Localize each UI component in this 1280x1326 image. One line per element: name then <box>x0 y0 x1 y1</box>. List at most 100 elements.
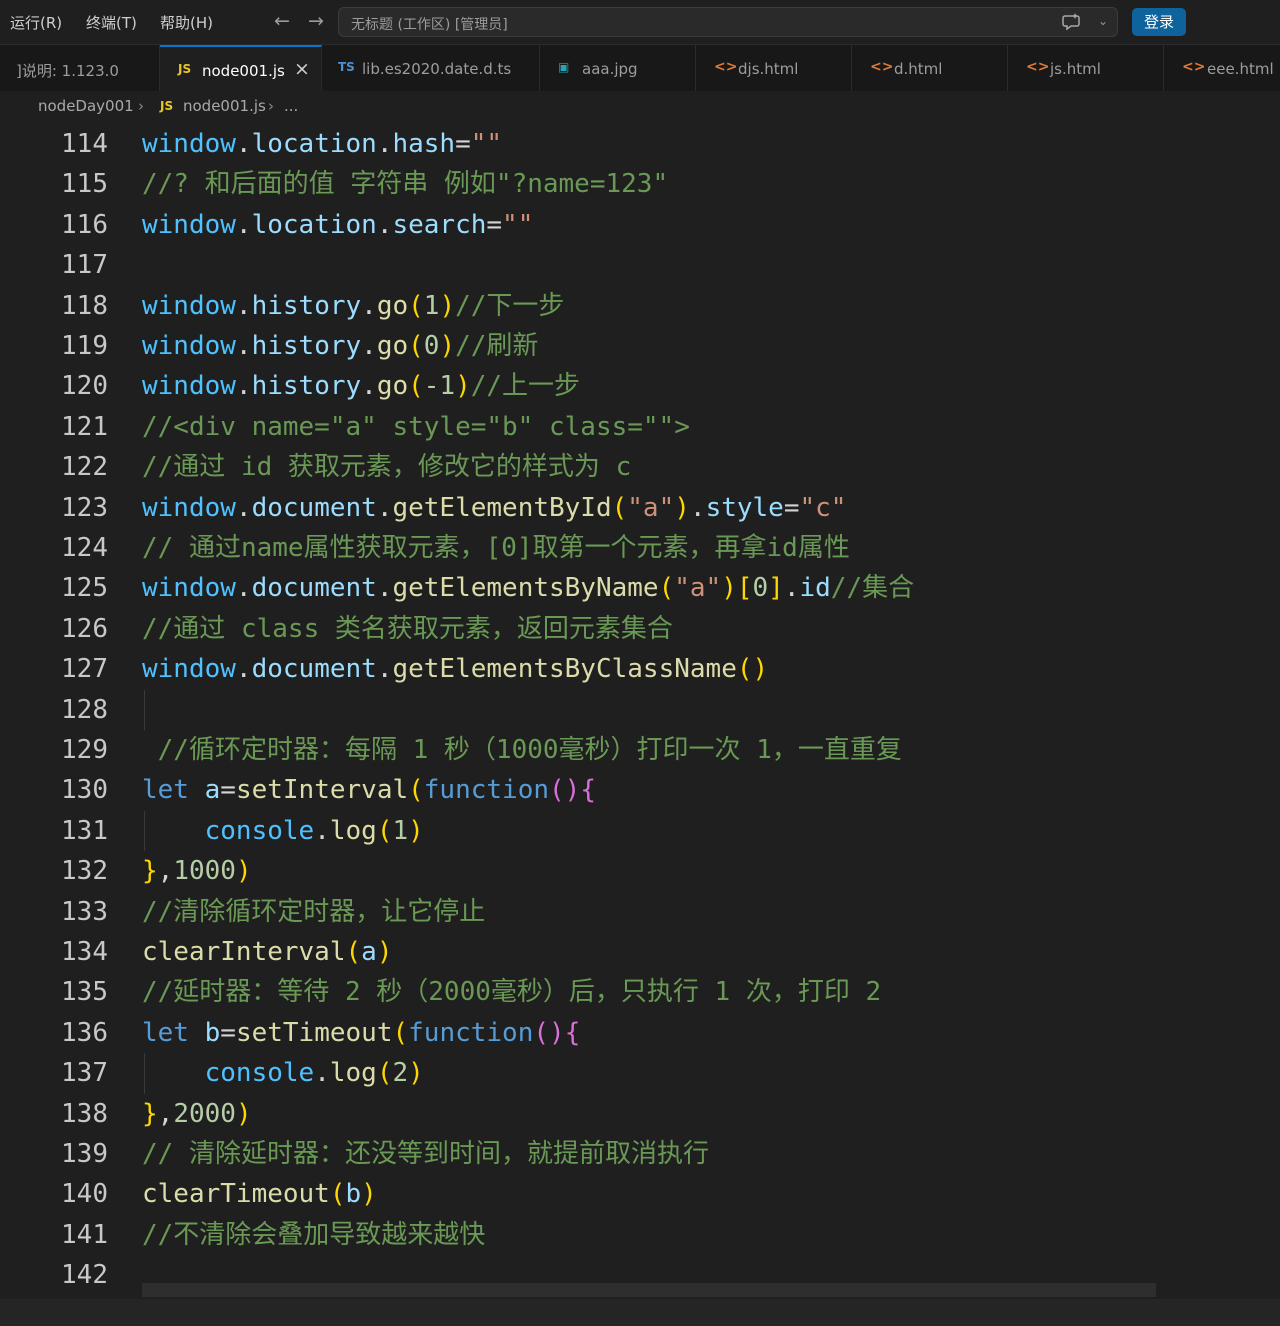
code-line[interactable]: 114 window.location.hash="" <box>0 124 1280 164</box>
command-center-text: 无标题 (工作区) [管理员] <box>351 17 508 33</box>
breadcrumb-symbols[interactable]: ... <box>284 97 298 115</box>
code-line[interactable]: 117 <box>0 245 1280 285</box>
line-number: 118 <box>61 290 108 321</box>
close-icon[interactable]: × <box>294 58 310 80</box>
code-text[interactable]: clearInterval(a) <box>142 932 392 972</box>
tab-js-html[interactable]: <> js.html <box>1008 45 1164 91</box>
tab-aaa-jpg[interactable]: ▣ aaa.jpg <box>540 45 696 91</box>
indent-guide <box>144 689 145 730</box>
code-text[interactable]: window.document.getElementsByName("a")[0… <box>142 568 914 608</box>
line-number: 115 <box>61 169 108 200</box>
line-number: 116 <box>61 209 108 240</box>
tab-node001-js[interactable]: JS node001.js × <box>160 45 322 92</box>
back-arrow-icon[interactable]: ← <box>274 10 290 32</box>
code-text[interactable]: //循环定时器：每隔 1 秒（1000毫秒）打印一次 1，一直重复 <box>142 730 902 770</box>
tab-djs-html[interactable]: <> djs.html <box>696 45 852 91</box>
chevron-right-icon: › <box>138 97 144 115</box>
code-text[interactable]: window.location.search="" <box>142 205 533 245</box>
code-text[interactable]: let b=setTimeout(function(){ <box>142 1013 580 1053</box>
line-number: 131 <box>61 815 108 846</box>
code-line[interactable]: 119 window.history.go(0)//刷新 <box>0 326 1280 366</box>
code-text[interactable]: clearTimeout(b) <box>142 1174 377 1214</box>
code-text[interactable]: },1000) <box>142 851 252 891</box>
code-line[interactable]: 129 //循环定时器：每隔 1 秒（1000毫秒）打印一次 1，一直重复 <box>0 730 1280 770</box>
code-text[interactable]: let a=setInterval(function(){ <box>142 770 596 810</box>
code-line[interactable]: 130 let a=setInterval(function(){ <box>0 770 1280 810</box>
code-line[interactable]: 136 let b=setTimeout(function(){ <box>0 1013 1280 1053</box>
horizontal-scrollbar[interactable] <box>142 1283 1156 1297</box>
code-editor[interactable]: 114 window.location.hash="" 115 //? 和后面的值 字… <box>0 121 1280 1299</box>
tab-release-notes[interactable]: ]说明: 1.123.0 <box>0 45 160 91</box>
line-number: 125 <box>61 573 108 604</box>
code-line[interactable]: 137 console.log(2) <box>0 1053 1280 1093</box>
code-line[interactable]: 132},1000) <box>0 851 1280 891</box>
line-number: 119 <box>61 331 108 361</box>
line-number: 124 <box>61 533 108 563</box>
forward-arrow-icon[interactable]: → <box>308 10 324 32</box>
code-text[interactable]: //? 和后面的值 字符串 例如"?name=123" <box>142 164 668 204</box>
code-text[interactable]: //<div name="a" style="b" class=""> <box>142 407 690 447</box>
code-line[interactable]: 122 //通过 id 获取元素，修改它的样式为 c <box>0 447 1280 487</box>
code-line[interactable]: 127 window.document.getElementsByClassNam… <box>0 649 1280 689</box>
code-line[interactable]: 125 window.document.getElementsByName("a"… <box>0 568 1280 608</box>
html-file-icon: <> <box>870 59 894 75</box>
command-center[interactable]: 无标题 (工作区) [管理员] <box>338 7 1118 37</box>
tab-eee-html[interactable]: <> eee.html <box>1164 45 1280 91</box>
code-text[interactable]: //通过 class 类名获取元素，返回元素集合 <box>142 609 673 649</box>
code-text[interactable]: },2000) <box>142 1094 252 1134</box>
line-number: 138 <box>61 1098 108 1129</box>
code-line[interactable]: 140 clearTimeout(b) <box>0 1174 1280 1214</box>
editor-tab-bar: ]说明: 1.123.0 JS node001.js × TS lib.es20… <box>0 45 1280 92</box>
code-text[interactable]: window.document.getElementsByClassName() <box>142 649 768 689</box>
code-line[interactable]: 131 console.log(1) <box>0 811 1280 851</box>
code-text[interactable]: //清除循环定时器，让它停止 <box>142 892 485 932</box>
code-text[interactable]: //不清除会叠加导致越来越快 <box>142 1215 485 1255</box>
code-line[interactable]: 115 //? 和后面的值 字符串 例如"?name=123" <box>0 164 1280 204</box>
code-text[interactable]: console.log(2) <box>142 1053 424 1093</box>
code-text[interactable]: //通过 id 获取元素，修改它的样式为 c <box>142 447 631 487</box>
code-line[interactable]: 138 },2000) <box>0 1094 1280 1134</box>
code-line[interactable]: 120 window.history.go(-1)//上一步 <box>0 366 1280 406</box>
code-line[interactable]: 133 //清除循环定时器，让它停止 <box>0 892 1280 932</box>
menu-terminal[interactable]: 终端(T) <box>86 12 137 33</box>
code-text[interactable]: window.history.go(1)//下一步 <box>142 286 564 326</box>
line-number: 122 <box>61 452 108 483</box>
tab-lib-es2020-date[interactable]: TS lib.es2020.date.d.ts <box>322 45 540 91</box>
tab-label: djs.html <box>738 60 799 78</box>
code-text[interactable]: window.history.go(-1)//上一步 <box>142 366 580 406</box>
copilot-chat-icon[interactable] <box>1062 12 1082 32</box>
line-number: 130 <box>61 775 108 806</box>
image-file-icon: ▣ <box>558 60 570 74</box>
menu-run[interactable]: 运行(R) <box>10 12 62 33</box>
code-line[interactable]: 116 window.location.search="" <box>0 205 1280 245</box>
code-text[interactable]: // 清除延时器：还没等到时间，就提前取消执行 <box>142 1134 709 1174</box>
code-text[interactable]: //延时器：等待 2 秒（2000毫秒）后，只执行 1 次，打印 2 <box>142 972 881 1012</box>
code-line[interactable]: 134 clearInterval(a) <box>0 932 1280 972</box>
code-text[interactable]: // 通过name属性获取元素，[0]取第一个元素，再拿id属性 <box>142 528 850 568</box>
login-button[interactable]: 登录 <box>1132 8 1186 36</box>
code-line[interactable]: 123 window.document.getElementById("a").s… <box>0 488 1280 528</box>
code-text[interactable]: window.history.go(0)//刷新 <box>142 326 538 366</box>
line-number: 121 <box>61 411 108 442</box>
breadcrumb-file[interactable]: node001.js <box>183 97 266 115</box>
line-number: 140 <box>61 1179 108 1210</box>
code-line[interactable]: 124 // 通过name属性获取元素，[0]取第一个元素，再拿id属性 <box>0 528 1280 568</box>
code-line[interactable]: 126 //通过 class 类名获取元素，返回元素集合 <box>0 609 1280 649</box>
code-line[interactable]: 141 //不清除会叠加导致越来越快 <box>0 1215 1280 1255</box>
code-line[interactable]: 128 <box>0 690 1280 730</box>
code-line[interactable]: 135 //延时器：等待 2 秒（2000毫秒）后，只执行 1 次，打印 2 <box>0 972 1280 1012</box>
code-text[interactable]: window.document.getElementById("a").styl… <box>142 488 846 528</box>
code-line[interactable]: 121 //<div name="a" style="b" class=""> <box>0 407 1280 447</box>
code-text[interactable]: window.location.hash="" <box>142 124 502 164</box>
line-number: 141 <box>61 1219 108 1250</box>
line-number: 135 <box>61 977 108 1008</box>
html-file-icon: <> <box>1026 59 1050 75</box>
chevron-down-icon[interactable]: ⌄ <box>1098 14 1108 28</box>
menu-help[interactable]: 帮助(H) <box>160 12 213 33</box>
breadcrumb-folder[interactable]: nodeDay001 <box>38 97 134 115</box>
html-file-icon: <> <box>1182 59 1206 75</box>
code-text[interactable]: console.log(1) <box>142 811 424 851</box>
code-line[interactable]: 118 window.history.go(1)//下一步 <box>0 286 1280 326</box>
code-line[interactable]: 139 // 清除延时器：还没等到时间，就提前取消执行 <box>0 1134 1280 1174</box>
tab-d-html[interactable]: <> d.html <box>852 45 1008 91</box>
